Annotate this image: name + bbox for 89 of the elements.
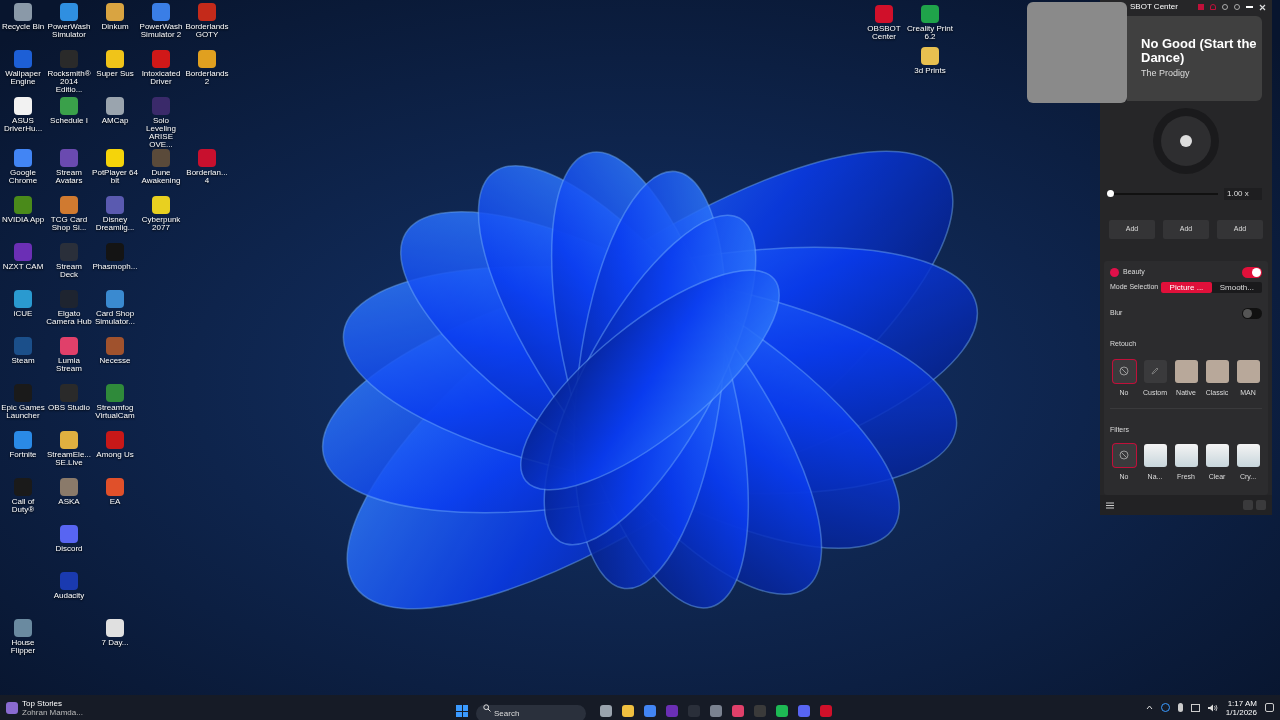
- window-title: SBOT Center: [1130, 1, 1178, 13]
- photo-placeholder: [1205, 359, 1229, 383]
- filter-preview: [1236, 443, 1260, 467]
- filter-preview: [1174, 443, 1198, 467]
- desktop-shortcut[interactable]: iCUE: [0, 290, 46, 318]
- widget-title: Top Stories: [22, 698, 64, 708]
- desktop-shortcut[interactable]: OBS Studio: [46, 384, 92, 412]
- news-icon: [6, 701, 18, 714]
- no-symbol-icon: [1119, 366, 1129, 376]
- taskbar-app-icon[interactable]: [732, 705, 744, 717]
- menu-icon[interactable]: [1106, 501, 1114, 509]
- search-icon: [483, 703, 491, 712]
- headset-icon[interactable]: [1210, 4, 1216, 10]
- desktop-shortcut[interactable]: TCG Card Shop Si...: [46, 196, 92, 232]
- desktop-shortcut[interactable]: Steam: [0, 337, 46, 365]
- desktop-shortcut[interactable]: Borderlands GOTY: [184, 3, 230, 39]
- desktop-shortcut[interactable]: Recycle Bin: [0, 3, 46, 31]
- desktop-shortcut[interactable]: Streamfog VirtualCam: [92, 384, 138, 420]
- taskbar-app-icon[interactable]: [798, 705, 810, 717]
- desktop-shortcut[interactable]: PowerWash Simulator: [46, 3, 92, 39]
- desktop-shortcut[interactable]: Dinkum: [92, 3, 138, 31]
- desktop-shortcut[interactable]: PotPlayer 64 bit: [92, 149, 138, 185]
- desktop-shortcut[interactable]: Card Shop Simulator...: [92, 290, 138, 326]
- desktop-shortcut[interactable]: Rocksmith® 2014 Editio...: [46, 50, 92, 94]
- desktop-shortcut[interactable]: PowerWash Simulator 2: [138, 3, 184, 39]
- artist-name: The Prodigy: [1141, 66, 1191, 80]
- desktop-shortcut[interactable]: OBSBOT Center: [861, 5, 907, 41]
- toggle-switch[interactable]: [1242, 308, 1262, 319]
- news-widget[interactable]: Top Stories Zohran Mamda...: [6, 698, 83, 717]
- widget-subtitle: Zohran Mamda...: [22, 707, 83, 717]
- desktop-shortcut[interactable]: Google Chrome: [0, 149, 46, 185]
- desktop-shortcut[interactable]: Disney Dreamlig...: [92, 196, 138, 232]
- desktop-shortcut[interactable]: NVIDIA App: [0, 196, 46, 224]
- desktop-shortcut[interactable]: 3d Prints: [907, 47, 953, 75]
- toggle-switch[interactable]: [1242, 267, 1262, 278]
- pencil-icon: [1151, 367, 1159, 375]
- speed-field[interactable]: 1.00 x: [1224, 188, 1262, 200]
- desktop-shortcut[interactable]: Super Sus: [92, 50, 138, 78]
- speaker-icon[interactable]: [1207, 703, 1218, 712]
- photo-placeholder: [1236, 359, 1260, 383]
- desktop-shortcut[interactable]: StreamEle... SE.Live: [46, 431, 92, 467]
- desktop-shortcut[interactable]: AMCap: [92, 97, 138, 125]
- clock[interactable]: 1:17 AM 1/1/2026: [1225, 698, 1257, 717]
- search-field[interactable]: Search: [476, 705, 586, 720]
- desktop-shortcut[interactable]: Schedule I: [46, 97, 92, 125]
- desktop-shortcut[interactable]: Stream Deck: [46, 243, 92, 279]
- filter-preview: [1143, 443, 1167, 467]
- desktop-shortcut[interactable]: Discord: [46, 525, 92, 553]
- desktop-shortcut[interactable]: NZXT CAM: [0, 243, 46, 271]
- start-icon[interactable]: [456, 705, 468, 717]
- desktop-shortcut[interactable]: Audacity: [46, 572, 92, 600]
- taskbar-app-icon[interactable]: [600, 705, 612, 717]
- desktop-shortcut[interactable]: Necesse: [92, 337, 138, 365]
- desktop-shortcut[interactable]: 7 Day...: [92, 619, 138, 647]
- taskbar-app-icon[interactable]: [776, 705, 788, 717]
- desktop-shortcut[interactable]: Wallpaper Engine: [0, 50, 46, 86]
- desktop-shortcut[interactable]: Lumia Stream: [46, 337, 92, 373]
- filter-preview: [1205, 443, 1229, 467]
- desktop-shortcut[interactable]: Cyberpunk 2077: [138, 196, 184, 232]
- mode-tab[interactable]: Smooth...: [1211, 282, 1262, 293]
- desktop-shortcut[interactable]: Solo Leveling ARISE OVE...: [138, 97, 184, 149]
- desktop-shortcut[interactable]: Creality Print 6.2: [907, 5, 953, 41]
- song-title: No Good (Start the Dance): [1141, 36, 1257, 65]
- desktop-shortcut[interactable]: Phasmoph...: [92, 243, 138, 271]
- chevron-up-icon[interactable]: [1145, 705, 1153, 710]
- desktop-shortcut[interactable]: Among Us: [92, 431, 138, 459]
- desktop-shortcut[interactable]: Dune Awakening: [138, 149, 184, 185]
- desktop-shortcut[interactable]: Stream Avatars: [46, 149, 92, 185]
- desktop-shortcut[interactable]: ASUS DriverHu...: [0, 97, 46, 133]
- taskbar-app-icon[interactable]: [622, 705, 634, 717]
- desktop-shortcut[interactable]: House Flipper: [0, 619, 46, 655]
- desktop-shortcut[interactable]: Call of Duty®: [0, 478, 46, 514]
- taskbar-app-icon[interactable]: [644, 705, 656, 717]
- no-symbol-icon: [1119, 450, 1129, 460]
- desktop-shortcut[interactable]: Fortnite: [0, 431, 46, 459]
- close-icon[interactable]: [1259, 3, 1266, 11]
- photo-placeholder: [1174, 359, 1198, 383]
- mode-tab[interactable]: Picture ...: [1161, 282, 1212, 293]
- desktop-shortcut[interactable]: Epic Games Launcher: [0, 384, 46, 420]
- desktop-shortcut[interactable]: Elgato Camera Hub: [46, 290, 92, 326]
- desktop-shortcut[interactable]: EA: [92, 478, 138, 506]
- microphone-icon[interactable]: [1177, 703, 1183, 712]
- beauty-icon: [1110, 268, 1119, 277]
- taskbar-app-icon[interactable]: [710, 705, 722, 717]
- desktop-shortcut[interactable]: ASKA: [46, 478, 92, 506]
- desktop-shortcut[interactable]: Borderlands 2: [184, 50, 230, 86]
- desktop-shortcut[interactable]: Borderlan... 4: [184, 149, 230, 185]
- display-icon[interactable]: [1190, 703, 1200, 712]
- desktop-shortcut[interactable]: Intoxicated Driver: [138, 50, 184, 86]
